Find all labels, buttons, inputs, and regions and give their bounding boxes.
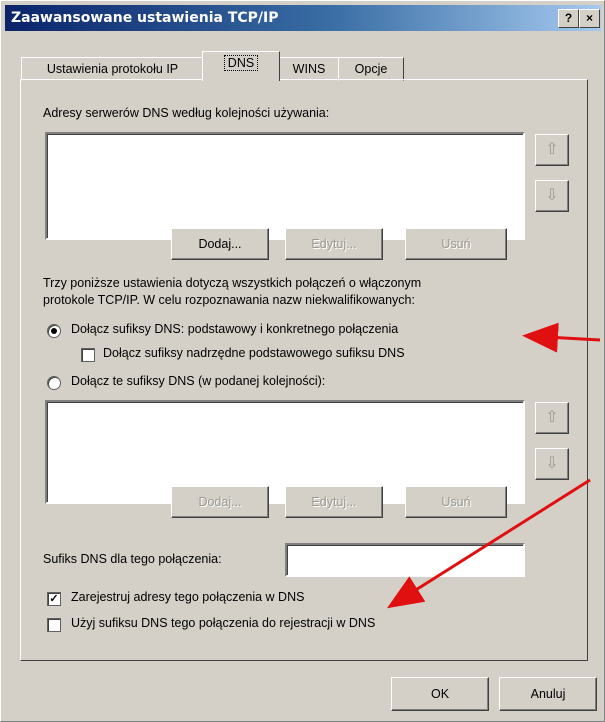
dns-servers-label: Adresy serwerów DNS według kolejności uż… [43,106,330,120]
dns-tab-panel: Adresy serwerów DNS według kolejności uż… [20,79,588,661]
suffix-move-up-icon[interactable]: ⇧ [535,402,569,434]
window-title: Zaawansowane ustawienia TCP/IP [11,10,279,26]
check-parent-suffixes-label[interactable]: Dołącz sufiksy nadrzędne podstawowego su… [103,346,405,360]
dialog-window: Zaawansowane ustawienia TCP/IP ? × Ustaw… [0,0,605,722]
info-text-line1: Trzy poniższe ustawienia dotyczą wszystk… [43,276,422,290]
connection-suffix-label: Sufiks DNS dla tego połączenia: [43,552,222,566]
info-text-line2: protokole TCP/IP. W celu rozpoznawania n… [43,293,415,307]
suffix-move-down-icon[interactable]: ⇩ [535,448,569,480]
check-register-addresses-label[interactable]: Zarejestruj adresy tego połączenia w DNS [71,590,304,604]
cancel-button[interactable]: Anuluj [499,677,597,711]
edit-suffix-button[interactable]: Edytuj... [285,486,383,518]
radio-these-suffixes[interactable] [47,376,61,390]
ok-button[interactable]: OK [391,677,489,711]
check-use-suffix-registration[interactable] [47,618,61,632]
radio-primary-suffixes-label[interactable]: Dołącz sufiksy DNS: podstawowy i konkret… [71,322,398,336]
title-bar[interactable]: Zaawansowane ustawienia TCP/IP ? × [5,5,601,31]
radio-these-suffixes-label[interactable]: Dołącz te sufiksy DNS (w podanej kolejno… [71,374,325,388]
dns-servers-list[interactable] [45,132,525,240]
close-button[interactable]: × [579,9,600,28]
move-up-icon[interactable]: ⇧ [535,134,569,166]
remove-dns-server-button[interactable]: Usuń [405,228,507,260]
add-dns-server-button[interactable]: Dodaj... [171,228,269,260]
check-use-suffix-registration-label[interactable]: Użyj sufiksu DNS tego połączenia do reje… [71,616,375,630]
add-suffix-button[interactable]: Dodaj... [171,486,269,518]
check-parent-suffixes[interactable] [81,348,95,362]
connection-suffix-input[interactable] [285,543,525,577]
tab-ip-settings[interactable]: Ustawienia protokołu IP [21,57,204,81]
move-down-icon[interactable]: ⇩ [535,180,569,212]
help-button[interactable]: ? [558,9,579,28]
edit-dns-server-button[interactable]: Edytuj... [285,228,383,260]
tab-options[interactable]: Opcje [338,57,404,81]
tab-dns[interactable]: DNS [202,51,280,81]
remove-suffix-button[interactable]: Usuń [405,486,507,518]
radio-primary-suffixes[interactable] [47,324,61,338]
check-register-addresses[interactable]: ✓ [47,592,61,606]
tab-wins[interactable]: WINS [278,57,340,81]
